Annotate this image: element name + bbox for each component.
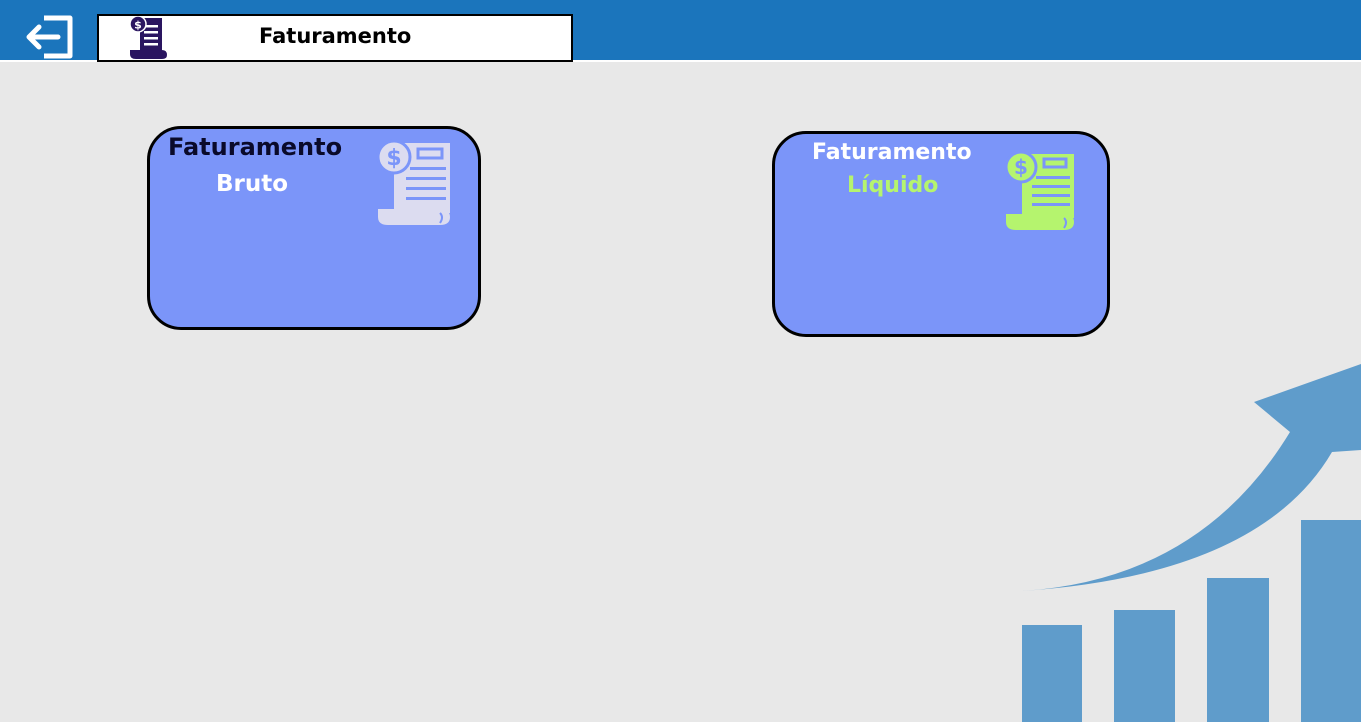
- growth-chart-icon: [1022, 364, 1361, 722]
- card-title-line1: Faturamento: [812, 140, 972, 165]
- faturamento-bruto-card[interactable]: Faturamento Bruto $: [147, 126, 481, 330]
- card-title-line2: Líquido: [847, 173, 939, 198]
- page-title: Faturamento: [259, 24, 412, 48]
- invoice-dollar-icon: $: [376, 139, 450, 225]
- card-title-line2: Bruto: [216, 171, 289, 197]
- faturamento-liquido-card[interactable]: Faturamento Líquido $: [772, 131, 1110, 337]
- invoice-dollar-icon: $: [129, 16, 167, 59]
- svg-text:$: $: [386, 146, 401, 171]
- svg-text:$: $: [1014, 155, 1028, 179]
- exit-arrow-icon: [26, 15, 73, 59]
- card-title-line1: Faturamento: [168, 133, 343, 161]
- invoice-dollar-icon: $: [1004, 150, 1074, 230]
- svg-text:$: $: [134, 19, 142, 32]
- page-title-box: $ Faturamento: [97, 14, 573, 62]
- back-button[interactable]: [22, 10, 76, 60]
